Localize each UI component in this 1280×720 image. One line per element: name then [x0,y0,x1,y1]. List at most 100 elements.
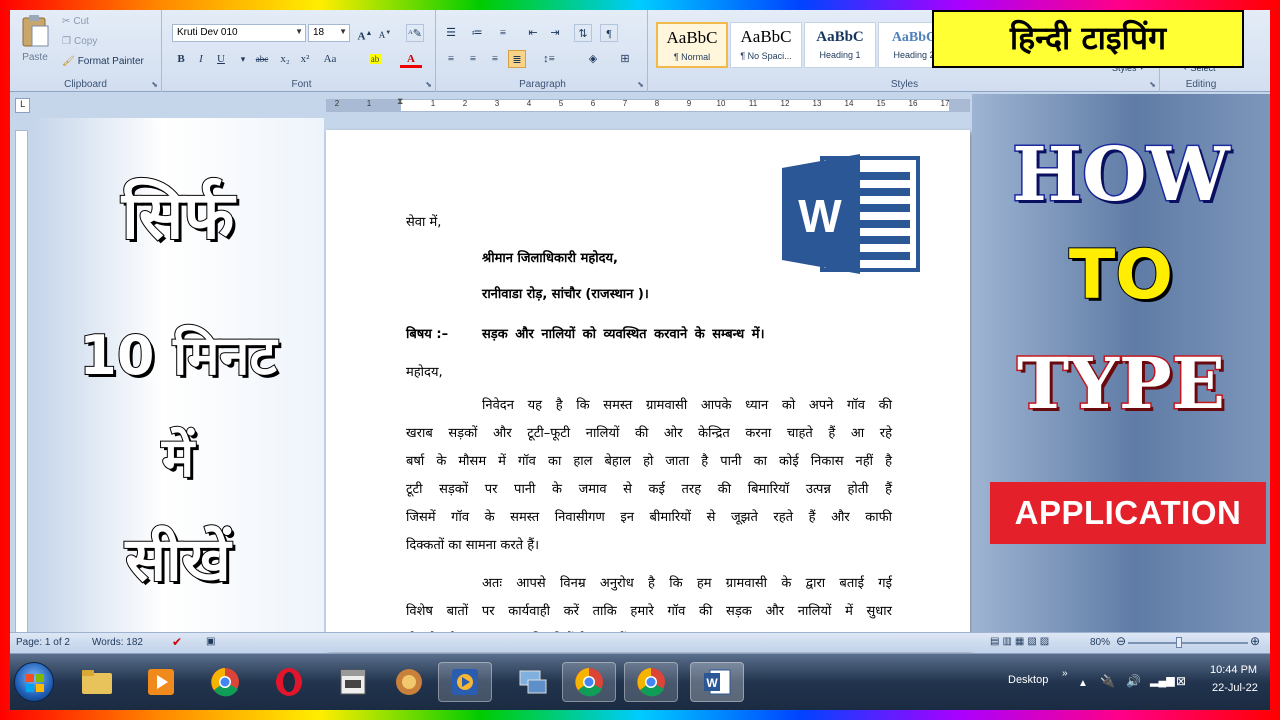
taskbar-network[interactable] [506,662,560,702]
style-normal[interactable]: AaBbC ¶ Normal [656,22,728,68]
signal-icon[interactable]: ▂▄▆ [1150,674,1175,687]
start-button[interactable] [14,662,54,702]
clear-formatting-button[interactable]: ᴬ✎ [406,24,424,42]
underline-button[interactable]: U [212,50,230,68]
show-marks-icon[interactable]: ¶ [600,24,618,42]
left-promo-panel: सिर्फ 10 मिनट में सीखें [32,118,324,643]
ruler-tick-label: 14 [844,99,854,108]
zoom-in-icon[interactable]: ⊕ [1250,634,1260,648]
clipboard-launcher-icon[interactable]: ⬊ [151,80,158,89]
view-buttons-icon[interactable]: ▤▥▦▧▨ [990,636,1052,647]
align-left-icon[interactable]: ≡ [442,50,460,68]
doc-salutation: सेवा में, [406,215,442,230]
indent-marker-icon[interactable]: ⧗ [397,97,403,107]
justify-icon[interactable]: ≣ [508,50,526,68]
decrease-indent-icon[interactable]: ⇤ [524,24,542,42]
ruler-tick-label: 5 [558,99,564,108]
paragraph-launcher-icon[interactable]: ⬊ [637,80,644,89]
zoom-level[interactable]: 80% [1090,637,1110,648]
svg-text:W: W [798,190,842,242]
windows-logo-icon [26,674,44,692]
show-hidden-icons-icon[interactable]: ▲ [1078,678,1088,689]
ruler-tick-label: 8 [654,99,660,108]
numbering-icon[interactable]: ≔ [468,24,486,42]
proofing-icon[interactable]: ✔ [172,635,182,649]
promo-to: TO [1068,235,1174,316]
font-launcher-icon[interactable]: ⬊ [425,80,432,89]
taskbar-word[interactable]: W [690,662,744,702]
taskbar-photo-app[interactable] [382,662,436,702]
strikethrough-button[interactable]: abc [250,50,274,68]
clock-time[interactable]: 10:44 PM [1210,664,1257,676]
ruler-tick-label: 2 [334,99,340,108]
status-page[interactable]: Page: 1 of 2 [16,637,70,648]
ruler-right-margin [949,100,969,111]
font-group: Kruti Dev 010 ▼ 18 ▼ A▲ A▼ ᴬ✎ B I U ▾ abc … [168,10,436,92]
clear-formatting-icon: ᴬ✎ [408,28,422,40]
subscript-button[interactable]: x₂ [276,50,294,68]
paste-button[interactable]: Paste [16,14,54,70]
italic-button[interactable]: I [192,50,210,68]
taskbar-chrome-window-1[interactable] [562,662,616,702]
taskbar-chrome[interactable] [198,662,252,702]
zoom-slider[interactable] [1128,642,1248,644]
superscript-button[interactable]: x² [296,50,314,68]
vertical-ruler[interactable] [15,130,28,640]
highlight-button[interactable]: ab [364,50,386,68]
bold-button[interactable]: B [172,50,190,68]
zoom-out-icon[interactable]: ⊖ [1116,634,1126,648]
align-center-icon[interactable]: ≡ [464,50,482,68]
increase-indent-icon[interactable]: ⇥ [546,24,564,42]
font-color-button[interactable]: A [400,50,422,68]
taskbar-chrome-window-2[interactable] [624,662,678,702]
line-spacing-icon[interactable]: ↕≡ [536,50,562,68]
multilevel-list-icon[interactable]: ≡ [494,24,512,42]
paragraph-group: ☰ ≔ ≡ ⇤ ⇥ ⇅ ¶ ≡ ≡ ≡ ≣ ↕≡ ◈ ⊞ Paragraph ⬊ [438,10,648,92]
taskbar-app-window[interactable] [326,662,380,702]
taskbar-explorer[interactable] [70,662,124,702]
macro-record-icon[interactable]: ▣ [206,636,215,647]
tray-expand-icon[interactable]: » [1062,668,1068,679]
word-window: Paste ✂ Cut ❐ Copy 🖌 Format Painter Clipboa… [10,10,1270,710]
sort-icon[interactable]: ⇅ [574,24,592,42]
doc-address: रानीवाडा रोड़, सांचौर (राजस्थान )। [482,287,649,302]
chrome-icon [575,668,603,697]
horizontal-ruler[interactable]: ⧗ 21123456789101112131415161718 [326,97,981,112]
status-bar: Page: 1 of 2 Words: 182 ✔ ▣ ▤▥▦▧▨ 80% ⊖ … [10,632,1270,652]
font-family-value: Kruti Dev 010 [177,27,238,38]
bullets-icon[interactable]: ☰ [442,24,460,42]
ruler-tick-label: 11 [748,99,758,108]
format-painter-button[interactable]: 🖌 Format Painter [62,56,144,67]
ruler-tick-label: 17 [940,99,950,108]
cut-button[interactable]: ✂ Cut [62,16,89,27]
usb-icon[interactable]: 🔌 [1100,674,1115,688]
style-heading-1[interactable]: AaBbC Heading 1 [804,22,876,68]
zoom-slider-thumb[interactable] [1176,637,1182,648]
borders-icon[interactable]: ⊞ [614,50,636,68]
align-right-icon[interactable]: ≡ [486,50,504,68]
shrink-font-button[interactable]: A▼ [376,24,394,42]
doc-greeting: महोदय, [406,365,443,380]
promo-type: TYPE [1015,341,1226,427]
change-case-button[interactable]: Aa [318,50,342,68]
grow-font-button[interactable]: A▲ [356,24,374,43]
taskbar-opera[interactable] [262,662,316,702]
taskbar-media-player[interactable] [134,662,188,702]
style-no-spacing[interactable]: AaBbC ¶ No Spaci... [730,22,802,68]
volume-icon[interactable]: 🔊 [1126,674,1141,688]
font-size-select[interactable]: 18 ▼ [308,24,350,42]
copy-label: Copy [73,36,98,47]
font-family-select[interactable]: Kruti Dev 010 ▼ [172,24,306,42]
tab-selector-icon[interactable]: L [15,98,30,113]
desktop-toolbar[interactable]: Desktop [1008,674,1048,686]
styles-launcher-icon[interactable]: ⬊ [1149,80,1156,89]
chevron-down-icon: ▼ [339,27,347,36]
status-words[interactable]: Words: 182 [92,637,143,648]
clock-date[interactable]: 22-Jul-22 [1212,682,1258,694]
document-page[interactable]: W सेवा में, श्रीमान जिलाधिकारी महोदय, रा… [326,130,970,650]
shading-icon[interactable]: ◈ [580,50,606,68]
taskbar-media-center[interactable] [438,662,492,702]
copy-button[interactable]: ❐ Copy [62,36,97,47]
word-logo-icon: W [782,154,920,274]
network-status-icon[interactable]: ⊠ [1176,674,1186,688]
